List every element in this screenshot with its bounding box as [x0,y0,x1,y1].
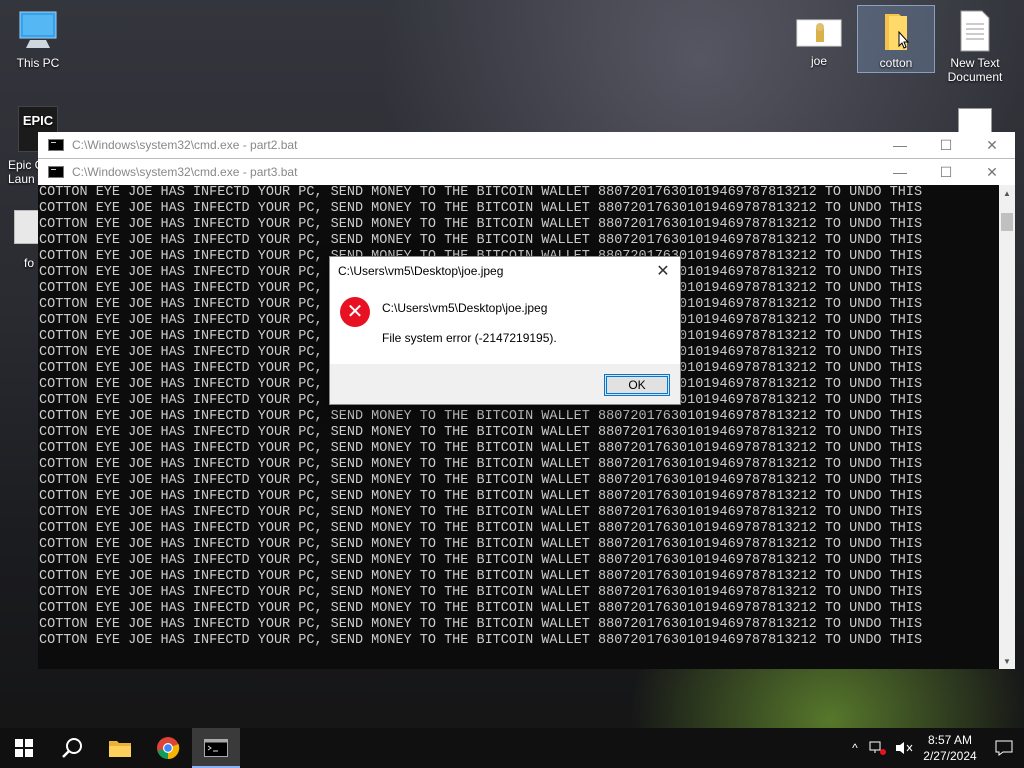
desktop-icon-label: fo [24,256,35,270]
console-line: COTTON EYE JOE HAS INFECTD YOUR PC, SEND… [39,537,923,552]
folder-icon [885,14,910,50]
scrollbar-thumb[interactable] [1001,213,1013,231]
network-icon[interactable] [868,740,890,756]
console-line: COTTON EYE JOE HAS INFECTD YOUR PC, SEND… [39,185,923,200]
search-icon [62,738,82,758]
desktop-icon-label: joe [810,54,827,68]
window-title: C:\Windows\system32\cmd.exe - part3.bat [72,165,298,179]
folder-icon [109,741,131,757]
console-line: COTTON EYE JOE HAS INFECTD YOUR PC, SEND… [39,441,923,456]
desktop-icon-new-text-document[interactable]: New Text Document [937,10,1013,84]
taskbar: ^ 8:57 AM 2/27/2024 [0,728,1024,768]
scroll-up-icon[interactable]: ▲ [999,185,1015,201]
clock-date: 2/27/2024 [923,749,977,763]
windows-logo-icon [15,739,33,757]
cmd-icon [204,739,228,757]
notification-icon [995,740,1013,756]
desktop-icon-label: This PC [16,56,60,70]
chrome-button[interactable] [144,728,192,768]
file-explorer-button[interactable] [96,728,144,768]
console-line: COTTON EYE JOE HAS INFECTD YOUR PC, SEND… [39,489,923,504]
title-bar[interactable]: C:\Windows\system32\cmd.exe - part3.bat … [38,159,1015,185]
text-document-icon-partial[interactable] [958,108,992,134]
console-line: COTTON EYE JOE HAS INFECTD YOUR PC, SEND… [39,505,923,520]
vertical-scrollbar[interactable]: ▲ ▼ [999,185,1015,669]
volume-muted-icon[interactable] [894,740,914,756]
cmd-icon [48,166,64,178]
minimize-button[interactable]: — [877,159,923,185]
dialog-footer: OK [330,364,680,404]
error-dialog[interactable]: C:\Users\vm5\Desktop\joe.jpeg ✕ ✕ C:\Use… [329,256,681,405]
desktop-icon-label: cotton [879,56,913,70]
desktop-icon-cotton[interactable]: cotton [857,5,935,73]
cmd-icon [48,139,64,151]
console-line: COTTON EYE JOE HAS INFECTD YOUR PC, SEND… [39,601,923,616]
search-button[interactable] [48,728,96,768]
dialog-message: File system error (-2147219195). [382,331,557,345]
console-line: COTTON EYE JOE HAS INFECTD YOUR PC, SEND… [39,473,923,488]
clock-time: 8:57 AM [927,733,973,747]
dialog-title: C:\Users\vm5\Desktop\joe.jpeg [338,264,504,278]
chrome-icon [157,737,180,760]
console-line: COTTON EYE JOE HAS INFECTD YOUR PC, SEND… [39,633,923,648]
image-file-icon [796,19,842,47]
scroll-down-icon[interactable]: ▼ [999,653,1015,669]
desktop-icon-this-pc[interactable]: This PC [0,10,76,70]
maximize-button[interactable]: ☐ [923,159,969,185]
ok-button[interactable]: OK [604,374,670,396]
clock[interactable]: 8:57 AM 2/27/2024 [916,732,984,764]
chevron-up-icon[interactable]: ^ [844,741,866,755]
start-button[interactable] [0,728,48,768]
maximize-button[interactable]: ☐ [923,132,969,158]
close-button[interactable]: ✕ [969,159,1015,185]
system-tray: ^ 8:57 AM 2/27/2024 [844,728,1024,768]
console-line: COTTON EYE JOE HAS INFECTD YOUR PC, SEND… [39,201,923,216]
cmd-window-part3[interactable]: C:\Windows\system32\cmd.exe - part3.bat … [38,158,1015,669]
console-line: COTTON EYE JOE HAS INFECTD YOUR PC, SEND… [39,233,923,248]
console-line: COTTON EYE JOE HAS INFECTD YOUR PC, SEND… [39,457,923,472]
desktop-icon-label: New Text Document [947,56,1003,84]
notifications-button[interactable] [984,728,1024,768]
console-line: COTTON EYE JOE HAS INFECTD YOUR PC, SEND… [39,217,923,232]
dialog-title-bar[interactable]: C:\Users\vm5\Desktop\joe.jpeg ✕ [330,257,680,285]
text-document-icon [960,10,990,52]
console-line: COTTON EYE JOE HAS INFECTD YOUR PC, SEND… [39,553,923,568]
error-icon: ✕ [340,297,370,327]
console-line: COTTON EYE JOE HAS INFECTD YOUR PC, SEND… [39,409,923,424]
console-line: COTTON EYE JOE HAS INFECTD YOUR PC, SEND… [39,585,923,600]
console-line: COTTON EYE JOE HAS INFECTD YOUR PC, SEND… [39,617,923,632]
console-line: COTTON EYE JOE HAS INFECTD YOUR PC, SEND… [39,521,923,536]
console-line: COTTON EYE JOE HAS INFECTD YOUR PC, SEND… [39,425,923,440]
minimize-button[interactable]: — [877,132,923,158]
dialog-close-button[interactable]: ✕ [646,261,680,281]
title-bar[interactable]: C:\Windows\system32\cmd.exe - part2.bat … [38,132,1015,158]
dialog-path: C:\Users\vm5\Desktop\joe.jpeg [382,301,548,315]
cmd-taskbar-button[interactable] [192,728,240,768]
close-button[interactable]: ✕ [969,132,1015,158]
dialog-body: ✕ C:\Users\vm5\Desktop\joe.jpeg File sys… [330,285,680,363]
console-line: COTTON EYE JOE HAS INFECTD YOUR PC, SEND… [39,569,923,584]
window-title: C:\Windows\system32\cmd.exe - part2.bat [72,138,298,152]
monitor-icon [19,11,57,48]
desktop-icon-joe[interactable]: joe [781,16,857,68]
